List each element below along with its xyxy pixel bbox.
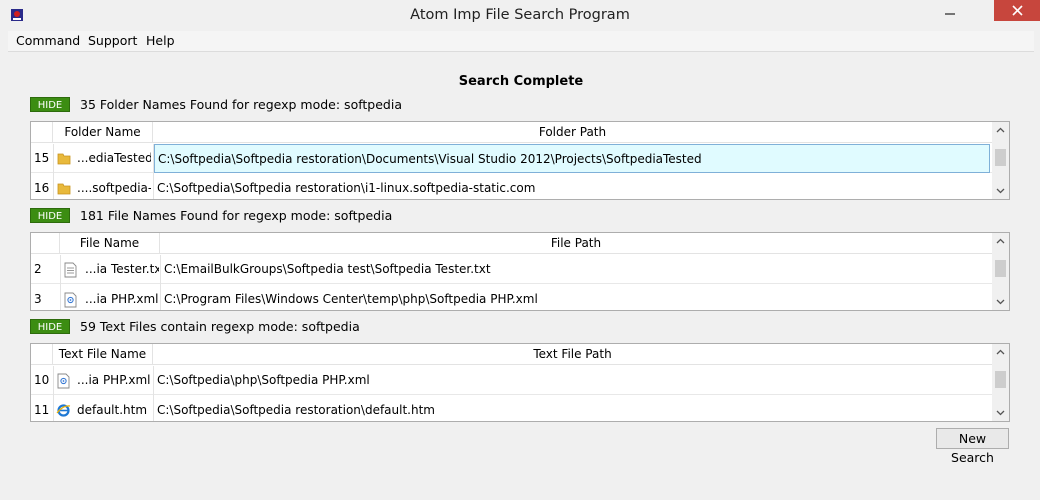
- table-row[interactable]: 3 ...ia PHP.xml C:\Program Files\Windows…: [31, 285, 993, 310]
- scroll-thumb[interactable]: [995, 260, 1006, 277]
- text-file-path: C:\Softpedia\php\Softpedia PHP.xml: [157, 373, 370, 387]
- text-file-name: ...ia PHP.xml: [77, 373, 151, 387]
- folder-icon: [57, 183, 71, 195]
- column-divider: [153, 144, 154, 199]
- file-path: C:\Program Files\Windows Center\temp\php…: [164, 292, 538, 306]
- file-path-header[interactable]: File Path: [160, 233, 993, 254]
- xml-file-icon: [57, 373, 70, 389]
- scroll-down-icon[interactable]: [992, 182, 1009, 199]
- menu-help[interactable]: Help: [146, 33, 175, 48]
- scroll-thumb[interactable]: [995, 149, 1006, 166]
- file-name: ...ia Tester.txt: [85, 262, 159, 276]
- folder-name: ....softpedia-: [77, 181, 151, 195]
- folder-path: C:\Softpedia\Softpedia restoration\Docum…: [154, 144, 990, 173]
- scroll-thumb[interactable]: [995, 371, 1006, 388]
- file-name-header[interactable]: File Name: [60, 233, 160, 254]
- column-divider: [160, 255, 161, 310]
- row-number: 11: [34, 403, 50, 417]
- row-number-header: [31, 122, 53, 143]
- files-summary: 181 File Names Found for regexp mode: so…: [80, 208, 393, 223]
- folder-icon: [57, 153, 71, 165]
- files-table: File Name File Path 2 ...ia Tester.txt C…: [30, 232, 1010, 311]
- table-row[interactable]: 11 default.htm C:\Softpedia\Softpedia re…: [31, 396, 993, 421]
- menu-support[interactable]: Support: [88, 33, 137, 48]
- folders-table: Folder Name Folder Path 15 ...ediaTested…: [30, 121, 1010, 200]
- scroll-down-icon[interactable]: [992, 293, 1009, 310]
- title-bar: Atom Imp File Search Program: [0, 0, 1040, 31]
- column-divider: [53, 366, 54, 421]
- text-file-name-header[interactable]: Text File Name: [53, 344, 153, 365]
- row-number: 16: [34, 181, 50, 195]
- menu-command[interactable]: Command: [16, 33, 80, 48]
- folder-path-header[interactable]: Folder Path: [153, 122, 993, 143]
- texts-summary: 59 Text Files contain regexp mode: softp…: [80, 319, 360, 334]
- minimize-icon[interactable]: [942, 4, 958, 18]
- close-icon: [1012, 5, 1023, 16]
- text-file-name: default.htm: [77, 403, 148, 417]
- texts-scrollbar[interactable]: [992, 344, 1009, 421]
- table-row[interactable]: 2 ...ia Tester.txt C:\EmailBulkGroups\So…: [31, 255, 993, 284]
- text-file-path: C:\Softpedia\Softpedia restoration\defau…: [157, 403, 435, 417]
- folders-summary: 35 Folder Names Found for regexp mode: s…: [80, 97, 402, 112]
- app-window: Atom Imp File Search Program Command Sup…: [0, 0, 1040, 500]
- ie-html-icon: [56, 404, 71, 417]
- folder-name: ...ediaTested: [77, 151, 151, 165]
- row-number: 2: [34, 262, 42, 276]
- status-heading: Search Complete: [458, 74, 584, 89]
- column-divider: [60, 255, 61, 310]
- folders-scrollbar[interactable]: [992, 122, 1009, 199]
- menu-bar: Command Support Help: [8, 31, 1034, 51]
- main-panel: Search Complete HIDE 35 Folder Names Fou…: [8, 51, 1034, 494]
- column-divider: [153, 366, 154, 421]
- files-scrollbar[interactable]: [992, 233, 1009, 310]
- table-row[interactable]: 15 ...ediaTested C:\Softpedia\Softpedia …: [31, 144, 993, 173]
- hide-files-button[interactable]: HIDE: [30, 208, 70, 223]
- row-number: 15: [34, 151, 50, 165]
- file-path: C:\EmailBulkGroups\Softpedia test\Softpe…: [164, 262, 491, 276]
- text-file-path-header[interactable]: Text File Path: [153, 344, 993, 365]
- hide-folders-button[interactable]: HIDE: [30, 97, 70, 112]
- new-search-button[interactable]: New Search: [936, 428, 1009, 465]
- row-number: 3: [34, 292, 42, 306]
- scroll-up-icon[interactable]: [992, 233, 1009, 250]
- table-row[interactable]: 16 ....softpedia- C:\Softpedia\Softpedia…: [31, 174, 993, 199]
- hide-texts-button[interactable]: HIDE: [30, 319, 70, 334]
- column-divider: [53, 144, 54, 199]
- row-number-header: [31, 233, 60, 254]
- window-title: Atom Imp File Search Program: [410, 7, 630, 23]
- table-row[interactable]: 10 ...ia PHP.xml C:\Softpedia\php\Softpe…: [31, 366, 993, 395]
- xml-file-icon: [64, 292, 77, 308]
- folder-name-header[interactable]: Folder Name: [53, 122, 153, 143]
- text-file-icon: [64, 262, 77, 278]
- scroll-up-icon[interactable]: [992, 122, 1009, 139]
- file-name: ...ia PHP.xml: [85, 292, 159, 306]
- scroll-down-icon[interactable]: [992, 404, 1009, 421]
- row-number-header: [31, 344, 53, 365]
- row-number: 10: [34, 373, 50, 387]
- folder-path: C:\Softpedia\Softpedia restoration\i1-li…: [157, 181, 536, 195]
- scroll-up-icon[interactable]: [992, 344, 1009, 361]
- texts-table: Text File Name Text File Path 10 ...ia P…: [30, 343, 1010, 422]
- close-button[interactable]: [994, 0, 1040, 21]
